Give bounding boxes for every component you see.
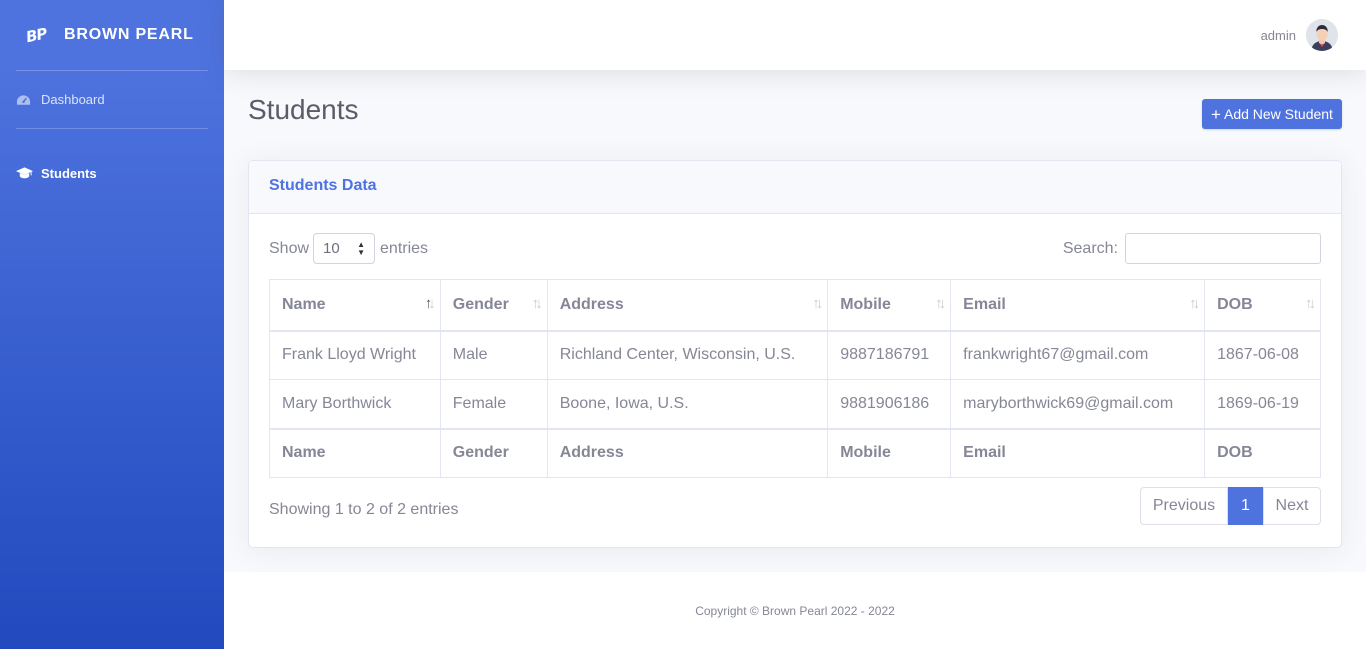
cell-mobile: 9887186791 — [827, 330, 952, 380]
pagination: Previous 1 Next — [1140, 487, 1321, 525]
plus-icon: + — [1211, 104, 1221, 124]
cell-gender: Male — [439, 330, 548, 380]
show-label: Show — [269, 239, 310, 257]
cell-name: Mary Borthwick — [269, 379, 441, 429]
page-length-select[interactable]: 10 ▲ ▼ — [313, 233, 376, 264]
add-student-button[interactable]: + Add New Student — [1202, 99, 1342, 129]
cell-gender: Female — [439, 379, 548, 429]
sort-icon: ↑↓ — [531, 295, 543, 312]
add-student-label: Add New Student — [1223, 106, 1333, 122]
table-header-row: Name ↑↓ Gender ↑↓ Address ↑↓ Mobile ↑↓ Email… — [269, 279, 1321, 332]
sidebar-item-label: Dashboard — [41, 92, 105, 107]
sidebar-item-dashboard[interactable]: Dashboard — [0, 71, 224, 128]
cell-address: Boone, Iowa, U.S. — [546, 379, 829, 429]
avatar — [1306, 19, 1338, 51]
card-title: Students Data — [249, 161, 1341, 214]
gauge-icon — [16, 93, 34, 107]
footer-header-gender: Gender — [439, 427, 548, 478]
sort-icon: ↑↓ — [812, 295, 823, 312]
cell-name: Frank Lloyd Wright — [269, 330, 441, 380]
sort-icon: ↑↓ — [1305, 295, 1316, 312]
entries-label: entries — [380, 239, 429, 257]
students-table: Name ↑↓ Gender ↑↓ Address ↑↓ Mobile ↑↓ Email… — [269, 279, 1321, 478]
footer-header-address: Address — [546, 427, 829, 478]
footer-header-dob: DOB — [1204, 427, 1321, 478]
brand-link[interactable]: BP BROWN PEARL — [0, 0, 224, 70]
sidebar-item-label: Students — [41, 165, 97, 181]
table-footer-row: Name Gender Address Mobile Email DOB — [269, 427, 1321, 478]
footer: Copyright © Brown Pearl 2022 - 2022 — [224, 572, 1366, 649]
page-length-value: 10 — [323, 240, 340, 257]
page-1-button[interactable]: 1 — [1228, 487, 1263, 525]
cell-dob: 1867-06-08 — [1204, 330, 1321, 380]
cell-dob: 1869-06-19 — [1204, 379, 1321, 429]
topbar: admin — [224, 0, 1366, 70]
sidebar-item-students[interactable]: Students — [0, 129, 224, 217]
table-info: Showing 1 to 2 of 2 entries — [269, 501, 459, 518]
column-header-dob[interactable]: DOB ↑↓ — [1204, 279, 1321, 332]
table-row: Frank Lloyd Wright Male Richland Center,… — [269, 330, 1321, 380]
sort-icon: ↑↓ — [1189, 295, 1200, 312]
previous-page-button[interactable]: Previous — [1140, 487, 1228, 525]
cell-email: frankwright67@gmail.com — [950, 330, 1206, 380]
students-card: Students Data Show 10 ▲ ▼ entries Search:… — [248, 160, 1342, 548]
next-page-button[interactable]: Next — [1263, 487, 1321, 525]
sort-icon: ↑↓ — [424, 295, 436, 312]
sidebar: BP BROWN PEARL Dashboard Students — [0, 0, 224, 649]
cell-address: Richland Center, Wisconsin, U.S. — [546, 330, 829, 380]
column-header-mobile[interactable]: Mobile ↑↓ — [827, 279, 952, 332]
footer-header-mobile: Mobile — [827, 427, 952, 478]
user-menu[interactable]: admin — [1261, 19, 1338, 51]
footer-header-name: Name — [269, 427, 441, 478]
brand-name: BROWN PEARL — [64, 26, 194, 43]
search-control: Search: — [1063, 233, 1321, 264]
cell-email: maryborthwick69@gmail.com — [950, 379, 1206, 429]
select-caret-icon: ▲ ▼ — [357, 239, 366, 257]
table-row: Mary Borthwick Female Boone, Iowa, U.S. … — [269, 379, 1321, 429]
page-title: Students — [248, 94, 359, 125]
user-name: admin — [1260, 27, 1296, 43]
cell-mobile: 9881906186 — [827, 379, 952, 429]
page-length-control: Show 10 ▲ ▼ entries — [269, 233, 428, 264]
graduation-cap-icon — [16, 166, 34, 180]
column-header-address[interactable]: Address ↑↓ — [546, 279, 829, 332]
copyright-text: Copyright © Brown Pearl 2022 - 2022 — [695, 603, 895, 618]
column-header-name[interactable]: Name ↑↓ — [269, 279, 441, 332]
column-header-email[interactable]: Email ↑↓ — [950, 279, 1206, 332]
search-input[interactable] — [1125, 233, 1321, 264]
sort-icon: ↑↓ — [935, 295, 946, 312]
footer-header-email: Email — [950, 427, 1206, 478]
brand-logo-icon: BP — [24, 24, 49, 47]
column-header-gender[interactable]: Gender ↑↓ — [439, 279, 548, 332]
search-label: Search: — [1062, 239, 1118, 257]
